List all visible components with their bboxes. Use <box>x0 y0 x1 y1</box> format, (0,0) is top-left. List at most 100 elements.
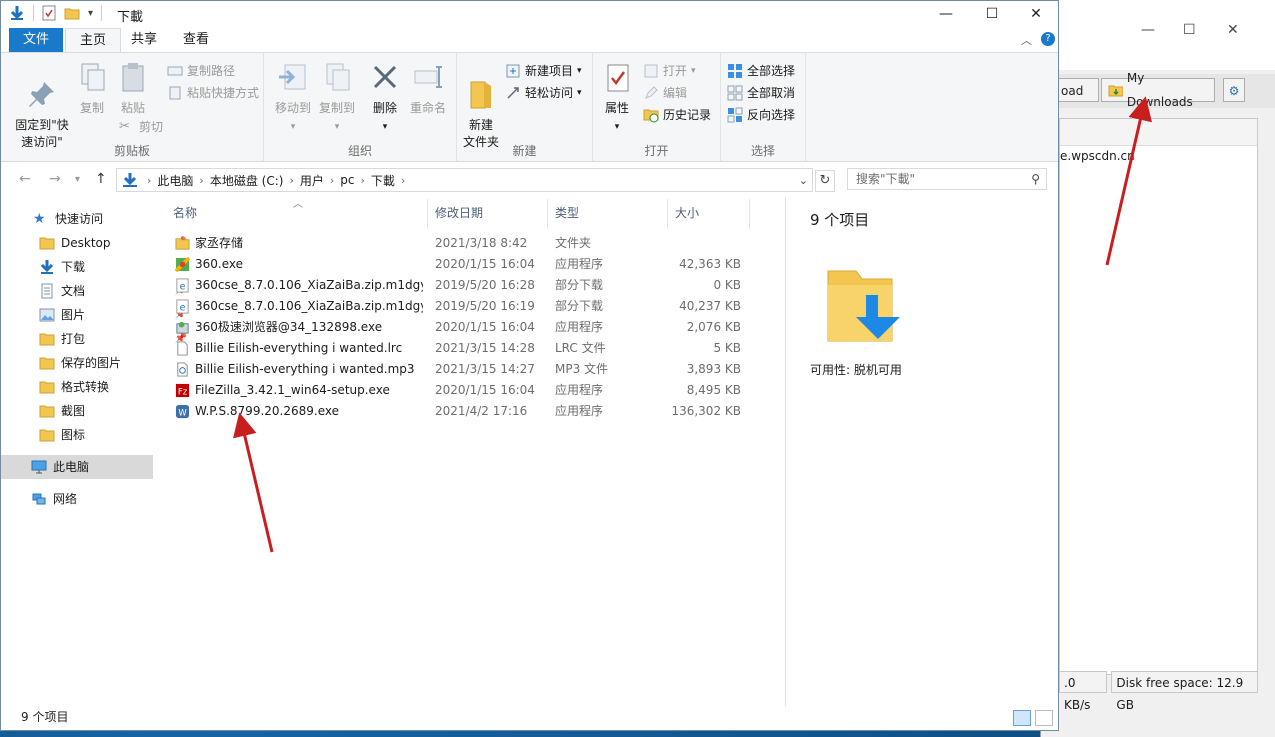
recent-locations-chevron-icon[interactable]: ▾ <box>75 174 80 185</box>
file-row[interactable]: e 360cse_8.7.0.106_XiaZaiBa.zip.m1dgy...… <box>169 275 769 296</box>
breadcrumb-pc[interactable]: pc <box>336 173 358 187</box>
file-type: 部分下载 <box>555 278 604 292</box>
select-none-button[interactable]: 全部取消 <box>727 83 795 103</box>
bg-download-list[interactable]: e.wpscdn.cn <box>1059 118 1258 675</box>
new-folder-icon[interactable] <box>64 6 80 20</box>
paste-shortcut-button[interactable]: 粘贴快捷方式 <box>167 83 259 103</box>
minimize-button[interactable]: — <box>923 1 969 28</box>
tab-file[interactable]: 文件 <box>9 28 64 52</box>
collapse-ribbon-icon[interactable]: ︿ <box>1021 32 1032 48</box>
file-list[interactable]: ︿ 名称 修改日期 类型 大小 家丞存储 2021/3/18 8:42 文件夹 … <box>159 197 783 706</box>
search-input[interactable]: 搜索"下載" ⚲ <box>847 168 1047 190</box>
breadcrumb-downloads[interactable]: 下載 <box>367 172 399 189</box>
file-row[interactable]: Billie Eilish-everything i wanted.lrc 20… <box>169 338 769 359</box>
details-view-icon[interactable] <box>1013 710 1031 726</box>
breadcrumb-chevron-icon[interactable]: › <box>399 174 407 187</box>
column-header-name[interactable]: 名称 <box>173 201 197 225</box>
address-dropdown-icon[interactable]: ⌄ <box>795 174 812 187</box>
copy-to-button[interactable]: 复制到 ▾ <box>316 61 358 136</box>
column-divider[interactable] <box>547 199 548 229</box>
breadcrumb-chevron-icon[interactable]: › <box>197 174 205 187</box>
bg-download-tab-button[interactable]: oad <box>1055 78 1099 102</box>
breadcrumb-local-disk[interactable]: 本地磁盘 (C:) <box>206 172 288 189</box>
easy-access-button[interactable]: 轻松访问 ▾ <box>505 83 582 103</box>
copy-button[interactable]: 复制 <box>77 61 107 117</box>
file-size: 40,237 KB <box>679 299 741 313</box>
back-arrow-icon[interactable]: ← <box>19 171 31 187</box>
breadcrumb-chevron-icon[interactable]: › <box>358 174 366 187</box>
column-header-type[interactable]: 类型 <box>555 201 579 225</box>
column-divider[interactable] <box>667 199 668 229</box>
breadcrumb-this-pc[interactable]: 此电脑 <box>153 172 197 189</box>
maximize-button[interactable]: ☐ <box>969 1 1015 28</box>
up-arrow-icon[interactable]: ↑ <box>95 171 107 187</box>
bg-maximize-button[interactable]: ☐ <box>1183 22 1196 38</box>
copy-path-button[interactable]: 复制路径 <box>167 61 235 81</box>
column-divider[interactable] <box>749 199 750 229</box>
tab-home[interactable]: 主页 <box>65 28 122 53</box>
download-icon <box>40 260 54 274</box>
group-new: 新建 文件夹 新建项目 ▾ 轻松访问 ▾ 新建 <box>457 53 593 161</box>
file-row[interactable]: 360极速浏览器@34_132898.exe 2020/1/15 16:04 应… <box>169 317 769 338</box>
tab-view[interactable]: 查看 <box>169 28 223 52</box>
properties-check-icon[interactable] <box>42 5 56 21</box>
close-button[interactable]: ✕ <box>1013 1 1059 28</box>
tab-share[interactable]: 共享 <box>117 28 171 52</box>
audio-file-icon <box>177 362 188 377</box>
column-header-date[interactable]: 修改日期 <box>435 201 483 225</box>
file-date: 2021/3/15 14:28 <box>435 341 535 355</box>
bg-close-button[interactable]: ✕ <box>1227 22 1239 38</box>
file-row[interactable]: 360.exe 2020/1/15 16:04 应用程序 42,363 KB <box>169 254 769 275</box>
file-row[interactable]: 家丞存储 2021/3/18 8:42 文件夹 <box>169 233 769 254</box>
large-icons-view-icon[interactable] <box>1035 710 1053 726</box>
bg-disk-space: Disk free space: 12.9 GB <box>1111 671 1258 712</box>
text-file-icon <box>177 341 188 356</box>
delete-button[interactable]: 删除 ▾ <box>368 61 402 136</box>
breadcrumb-chevron-icon[interactable]: › <box>287 174 295 187</box>
qat-dropdown-icon[interactable]: ▾ <box>88 8 93 19</box>
new-folder-button[interactable]: 新建 文件夹 <box>459 61 503 151</box>
file-row[interactable]: e 360cse_8.7.0.106_XiaZaiBa.zip.m1dgy...… <box>169 296 769 317</box>
file-row[interactable]: Fz FileZilla_3.42.1_win64-setup.exe 2020… <box>169 380 769 401</box>
pin-quick-access-button[interactable]: 固定到"快 速访问" <box>11 61 73 151</box>
open-button[interactable]: 打开 ▾ <box>643 61 696 81</box>
background-app-window[interactable]: — ☐ ✕ oad My Downloads ⚙ e.wpscdn.cn .0 … <box>1040 0 1275 737</box>
refresh-icon[interactable]: ↻ <box>815 170 835 192</box>
help-icon[interactable]: ? <box>1041 32 1055 46</box>
file-row[interactable]: W W.P.S.8799.20.2689.exe 2021/4/2 17:16 … <box>169 401 769 422</box>
breadcrumb-chevron-icon[interactable]: › <box>145 174 153 187</box>
file-explorer-window[interactable]: ▾ 下載 — ☐ ✕ 文件 主页 共享 查看 ︿ ? 固定到"快 速访问" 复制 <box>0 0 1059 731</box>
invert-selection-button[interactable]: 反向选择 <box>727 105 795 125</box>
invert-selection-icon <box>727 107 743 123</box>
nav-label: 下载 <box>61 260 86 274</box>
download-arrow-icon <box>10 6 24 20</box>
move-to-button[interactable]: 移动到 ▾ <box>272 61 314 136</box>
column-header-size[interactable]: 大小 <box>675 201 699 225</box>
paste-shortcut-label: 粘贴快捷方式 <box>187 86 260 100</box>
file-size: 8,495 KB <box>686 383 741 397</box>
properties-button[interactable]: 属性 ▾ <box>597 61 637 136</box>
rename-button[interactable]: 重命名 <box>406 61 450 117</box>
new-item-label: 新建项目 <box>525 64 574 78</box>
column-divider[interactable] <box>427 199 428 229</box>
address-bar[interactable]: › 此电脑 › 本地磁盘 (C:) › 用户 › pc › 下載 › ⌄ <box>116 168 813 192</box>
nav-quick-access[interactable]: ★ 快速访问 <box>1 207 185 231</box>
cut-button[interactable]: ✂ 剪切 <box>119 117 163 137</box>
forward-arrow-icon[interactable]: → <box>49 171 61 187</box>
settings-gear-button[interactable]: ⚙ <box>1223 78 1245 102</box>
new-item-button[interactable]: 新建项目 ▾ <box>505 61 582 81</box>
breadcrumb-users[interactable]: 用户 <box>296 172 328 189</box>
select-all-button[interactable]: 全部选择 <box>727 61 795 81</box>
my-downloads-button[interactable]: My Downloads <box>1101 71 1215 109</box>
nav-network[interactable]: 网络 <box>1 487 183 511</box>
copy-label: 复制 <box>79 101 104 115</box>
bg-speed: .0 KB/s <box>1059 671 1108 712</box>
nav-this-pc[interactable]: 此电脑 <box>1 455 153 479</box>
paste-button[interactable]: 粘贴 <box>117 61 149 117</box>
breadcrumb-chevron-icon[interactable]: › <box>328 174 336 187</box>
bg-minimize-button[interactable]: — <box>1141 22 1155 38</box>
history-button[interactable]: 历史记录 <box>643 105 711 125</box>
edit-button[interactable]: 编辑 <box>643 83 687 103</box>
file-row[interactable]: Billie Eilish-everything i wanted.mp3 20… <box>169 359 769 380</box>
qat-separator <box>33 5 34 21</box>
